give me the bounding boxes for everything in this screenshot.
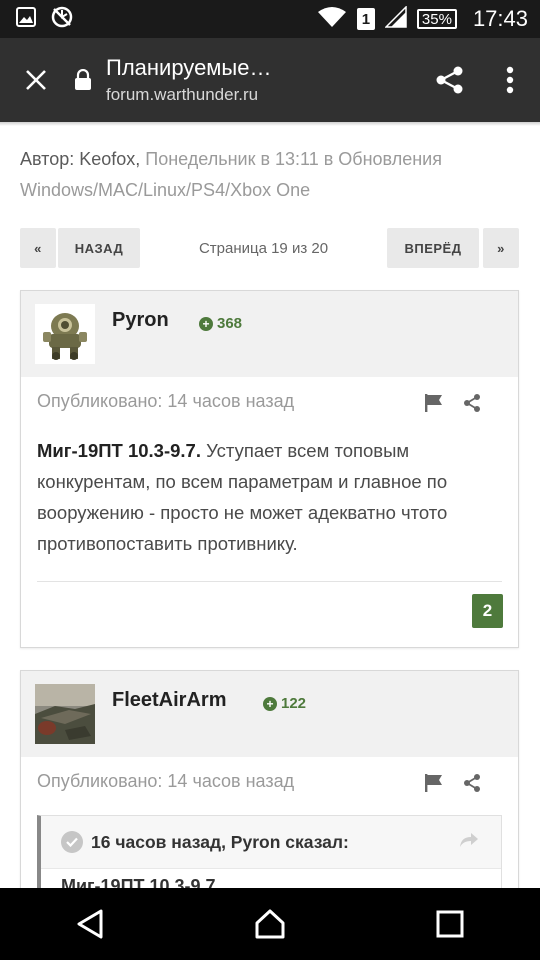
plus-icon: + [199,316,213,331]
more-menu-button[interactable] [480,38,540,122]
like-count[interactable]: 2 [472,594,503,628]
quote-header: 16 часов назад, Pyron сказал: [41,816,501,868]
home-button[interactable] [225,888,315,960]
post: FleetAirArm + 122 Опубликовано: 14 часов… [20,670,519,888]
flag-icon[interactable] [424,773,444,798]
post-header: FleetAirArm + 122 [21,671,518,757]
post-header: Pyron + 368 [21,291,518,377]
topic-author[interactable]: Автор: Keofox, [20,149,140,169]
reputation-count: 368 [217,315,243,332]
recents-icon [436,910,464,938]
topic-author-line: Автор: Keofox, Понедельник в 13:11 в Обн… [20,144,520,206]
reputation-badge: + 368 [199,315,242,332]
flag-icon[interactable] [424,393,444,418]
post: Pyron + 368 Опубликовано: 14 часов назад… [20,290,519,648]
close-tab-button[interactable] [0,38,72,122]
quote-block: 16 часов назад, Pyron сказал: Миг-19ПТ 1… [37,815,502,888]
quote-author: 16 часов назад, Pyron сказал: [91,831,349,852]
battery-percent: 35% [421,10,452,28]
page-url: forum.warthunder.ru [106,85,259,104]
post-date[interactable]: Опубликовано: 14 часов назад [37,771,294,792]
quote-text: Миг-19ПТ 10.3-9.7. [41,868,501,888]
screen: 1 35% 17:43 Планируемые… forum.warthunde… [0,0,540,960]
wifi-icon [317,6,347,33]
username[interactable]: Pyron [112,309,169,332]
share-icon [436,66,463,94]
lock-icon[interactable] [72,69,94,91]
first-page-button[interactable]: « [20,228,56,268]
reputation-count: 122 [281,695,307,712]
pagination: « НАЗАД Страница 19 из 20 ВПЕРЁД » [20,228,520,268]
back-icon [77,909,103,939]
share-icon[interactable] [462,393,482,418]
prev-page-button[interactable]: НАЗАД [58,228,140,268]
post-body: Миг-19ПТ 10.3-9.7. Уступает всем топовым… [21,427,518,559]
page-title: Планируемые… [106,55,272,80]
last-page-button[interactable]: » [483,228,519,268]
clock: 17:43 [472,6,528,31]
close-icon [26,70,46,90]
post-footer: 2 [21,582,518,642]
check-icon[interactable] [61,831,83,853]
post-body-bold: Миг-19ПТ 10.3-9.7. [37,440,201,461]
post-meta: Опубликовано: 14 часов назад [21,757,518,807]
recents-button[interactable] [405,888,495,960]
username[interactable]: FleetAirArm [112,689,226,712]
system-nav-bar [0,888,540,960]
post-meta: Опубликовано: 14 часов назад [21,377,518,427]
next-page-button[interactable]: ВПЕРЁД [387,228,479,268]
no-sync-icon [50,5,74,34]
plus-icon: + [263,696,277,711]
more-vert-icon [506,66,514,94]
avatar[interactable] [35,684,95,744]
reputation-badge: + 122 [263,695,306,712]
reply-arrow-icon[interactable] [459,832,479,853]
battery-icon: 35% [416,9,457,29]
share-button[interactable] [420,38,480,122]
page-title-block[interactable]: Планируемые… forum.warthunder.ru [106,55,420,105]
signal-icon [384,4,407,33]
avatar[interactable] [35,304,95,364]
sim-icon: 1 [356,8,375,30]
post-date[interactable]: Опубликовано: 14 часов назад [37,391,294,412]
page-info: Страница 19 из 20 [198,239,329,257]
custom-tab-toolbar: Планируемые… forum.warthunder.ru [0,38,540,122]
web-page: Автор: Keofox, Понедельник в 13:11 в Обн… [0,122,540,888]
home-icon [255,909,285,939]
share-icon[interactable] [462,773,482,798]
image-icon [16,6,36,32]
back-button[interactable] [45,888,135,960]
status-bar: 1 35% 17:43 [0,0,540,38]
